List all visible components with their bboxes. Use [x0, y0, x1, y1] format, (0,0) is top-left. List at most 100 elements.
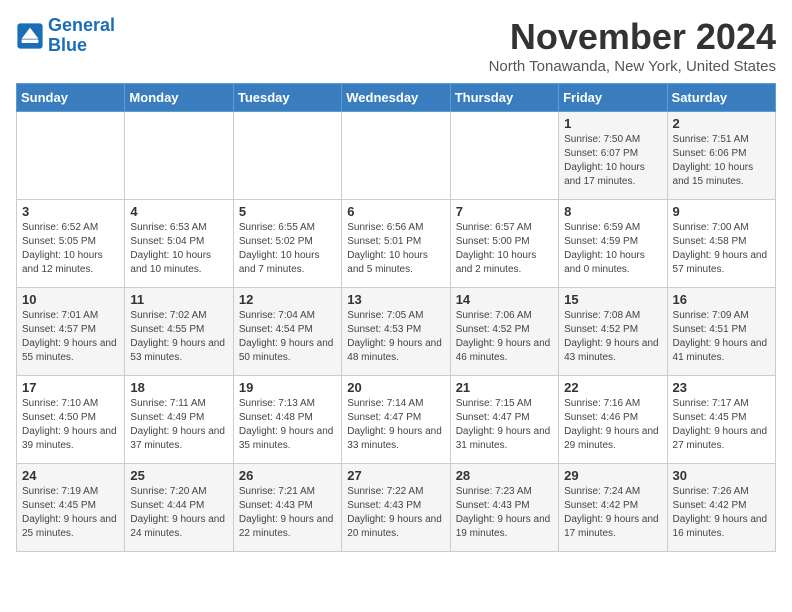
day-info: Sunrise: 7:04 AMSunset: 4:54 PMDaylight:… — [239, 309, 336, 365]
day-info: Sunrise: 7:16 AMSunset: 4:46 PMDaylight:… — [564, 397, 661, 453]
location-subtitle: North Tonawanda, New York, United States — [489, 58, 776, 75]
day-info: Sunrise: 7:09 AMSunset: 4:51 PMDaylight:… — [673, 309, 770, 365]
calendar-cell: 16 Sunrise: 7:09 AMSunset: 4:51 PMDayligh… — [667, 288, 775, 376]
day-info: Sunrise: 7:10 AMSunset: 4:50 PMDaylight:… — [22, 397, 119, 453]
header: General Blue November 2024 North Tonawan… — [16, 16, 776, 75]
calendar-cell — [233, 112, 341, 200]
day-info: Sunrise: 7:01 AMSunset: 4:57 PMDaylight:… — [22, 309, 119, 365]
day-info: Sunrise: 6:59 AMSunset: 4:59 PMDaylight:… — [564, 221, 661, 277]
calendar-cell: 13 Sunrise: 7:05 AMSunset: 4:53 PMDayligh… — [342, 288, 450, 376]
day-number: 12 — [239, 292, 336, 307]
calendar-cell: 4Sunrise: 6:53 AMSunset: 5:04 PMDaylight… — [125, 200, 233, 288]
month-title: November 2024 — [489, 16, 776, 58]
calendar-cell — [450, 112, 558, 200]
day-info: Sunrise: 7:05 AMSunset: 4:53 PMDaylight:… — [347, 309, 444, 365]
weekday-header: Tuesday — [233, 84, 341, 112]
calendar-cell: 9 Sunrise: 7:00 AMSunset: 4:58 PMDaylight… — [667, 200, 775, 288]
calendar-cell: 21 Sunrise: 7:15 AMSunset: 4:47 PMDayligh… — [450, 376, 558, 464]
weekday-header: Thursday — [450, 84, 558, 112]
day-number: 2 — [673, 116, 770, 131]
calendar-cell: 5 Sunrise: 6:55 AMSunset: 5:02 PMDaylight… — [233, 200, 341, 288]
day-number: 21 — [456, 380, 553, 395]
day-info: Sunrise: 7:08 AMSunset: 4:52 PMDaylight:… — [564, 309, 661, 365]
day-number: 11 — [130, 292, 227, 307]
day-info: Sunrise: 7:24 AMSunset: 4:42 PMDaylight:… — [564, 485, 661, 541]
day-number: 10 — [22, 292, 119, 307]
day-info: Sunrise: 7:23 AMSunset: 4:43 PMDaylight:… — [456, 485, 553, 541]
day-number: 23 — [673, 380, 770, 395]
calendar-cell: 19 Sunrise: 7:13 AMSunset: 4:48 PMDayligh… — [233, 376, 341, 464]
weekday-header: Sunday — [17, 84, 125, 112]
logo: General Blue — [16, 16, 115, 56]
day-number: 30 — [673, 468, 770, 483]
calendar-cell: 18Sunrise: 7:11 AMSunset: 4:49 PMDayligh… — [125, 376, 233, 464]
day-info: Sunrise: 7:19 AMSunset: 4:45 PMDaylight:… — [22, 485, 119, 541]
calendar-cell: 11 Sunrise: 7:02 AMSunset: 4:55 PMDayligh… — [125, 288, 233, 376]
logo-text: General Blue — [48, 16, 115, 56]
calendar-cell: 28 Sunrise: 7:23 AMSunset: 4:43 PMDayligh… — [450, 464, 558, 552]
day-number: 13 — [347, 292, 444, 307]
calendar-cell: 25 Sunrise: 7:20 AMSunset: 4:44 PMDayligh… — [125, 464, 233, 552]
calendar-cell: 26 Sunrise: 7:21 AMSunset: 4:43 PMDayligh… — [233, 464, 341, 552]
calendar-week-row: 3 Sunrise: 6:52 AMSunset: 5:05 PMDaylight… — [17, 200, 776, 288]
day-info: Sunrise: 7:13 AMSunset: 4:48 PMDaylight:… — [239, 397, 336, 453]
calendar-cell: 23Sunrise: 7:17 AMSunset: 4:45 PMDayligh… — [667, 376, 775, 464]
logo-line1: General — [48, 15, 115, 35]
calendar-cell: 7Sunrise: 6:57 AMSunset: 5:00 PMDaylight… — [450, 200, 558, 288]
calendar-body: 1Sunrise: 7:50 AMSunset: 6:07 PMDaylight… — [17, 112, 776, 552]
calendar-week-row: 10 Sunrise: 7:01 AMSunset: 4:57 PMDayligh… — [17, 288, 776, 376]
day-info: Sunrise: 7:22 AMSunset: 4:43 PMDaylight:… — [347, 485, 444, 541]
day-number: 19 — [239, 380, 336, 395]
day-number: 7 — [456, 204, 553, 219]
day-number: 15 — [564, 292, 661, 307]
calendar-cell: 27 Sunrise: 7:22 AMSunset: 4:43 PMDayligh… — [342, 464, 450, 552]
day-number: 26 — [239, 468, 336, 483]
day-info: Sunrise: 6:56 AMSunset: 5:01 PMDaylight:… — [347, 221, 444, 277]
weekday-header: Wednesday — [342, 84, 450, 112]
day-info: Sunrise: 7:06 AMSunset: 4:52 PMDaylight:… — [456, 309, 553, 365]
day-number: 6 — [347, 204, 444, 219]
day-number: 20 — [347, 380, 444, 395]
day-number: 17 — [22, 380, 119, 395]
calendar-cell: 1Sunrise: 7:50 AMSunset: 6:07 PMDaylight… — [559, 112, 667, 200]
day-number: 27 — [347, 468, 444, 483]
day-info: Sunrise: 7:00 AMSunset: 4:58 PMDaylight:… — [673, 221, 770, 277]
day-info: Sunrise: 7:26 AMSunset: 4:42 PMDaylight:… — [673, 485, 770, 541]
day-number: 24 — [22, 468, 119, 483]
calendar-cell: 17 Sunrise: 7:10 AMSunset: 4:50 PMDayligh… — [17, 376, 125, 464]
calendar-cell: 30 Sunrise: 7:26 AMSunset: 4:42 PMDayligh… — [667, 464, 775, 552]
calendar-week-row: 24 Sunrise: 7:19 AMSunset: 4:45 PMDayligh… — [17, 464, 776, 552]
calendar-cell: 29 Sunrise: 7:24 AMSunset: 4:42 PMDayligh… — [559, 464, 667, 552]
day-info: Sunrise: 7:21 AMSunset: 4:43 PMDaylight:… — [239, 485, 336, 541]
day-info: Sunrise: 7:50 AMSunset: 6:07 PMDaylight:… — [564, 133, 661, 189]
day-number: 22 — [564, 380, 661, 395]
day-number: 4 — [130, 204, 227, 219]
day-info: Sunrise: 7:02 AMSunset: 4:55 PMDaylight:… — [130, 309, 227, 365]
header-row: SundayMondayTuesdayWednesdayThursdayFrid… — [17, 84, 776, 112]
calendar-cell: 8Sunrise: 6:59 AMSunset: 4:59 PMDaylight… — [559, 200, 667, 288]
calendar-cell: 15 Sunrise: 7:08 AMSunset: 4:52 PMDayligh… — [559, 288, 667, 376]
calendar-cell: 3 Sunrise: 6:52 AMSunset: 5:05 PMDaylight… — [17, 200, 125, 288]
day-number: 25 — [130, 468, 227, 483]
calendar-cell: 22 Sunrise: 7:16 AMSunset: 4:46 PMDayligh… — [559, 376, 667, 464]
calendar-cell — [342, 112, 450, 200]
day-number: 9 — [673, 204, 770, 219]
day-number: 16 — [673, 292, 770, 307]
day-info: Sunrise: 6:52 AMSunset: 5:05 PMDaylight:… — [22, 221, 119, 277]
title-area: November 2024 North Tonawanda, New York,… — [489, 16, 776, 75]
day-number: 28 — [456, 468, 553, 483]
calendar-table: SundayMondayTuesdayWednesdayThursdayFrid… — [16, 83, 776, 552]
calendar-week-row: 1Sunrise: 7:50 AMSunset: 6:07 PMDaylight… — [17, 112, 776, 200]
day-info: Sunrise: 6:55 AMSunset: 5:02 PMDaylight:… — [239, 221, 336, 277]
day-number: 29 — [564, 468, 661, 483]
day-number: 5 — [239, 204, 336, 219]
day-number: 3 — [22, 204, 119, 219]
calendar-cell — [125, 112, 233, 200]
day-info: Sunrise: 7:15 AMSunset: 4:47 PMDaylight:… — [456, 397, 553, 453]
calendar-cell: 20Sunrise: 7:14 AMSunset: 4:47 PMDayligh… — [342, 376, 450, 464]
calendar-cell: 14 Sunrise: 7:06 AMSunset: 4:52 PMDayligh… — [450, 288, 558, 376]
day-info: Sunrise: 7:20 AMSunset: 4:44 PMDaylight:… — [130, 485, 227, 541]
day-info: Sunrise: 7:51 AMSunset: 6:06 PMDaylight:… — [673, 133, 770, 189]
calendar-cell: 12 Sunrise: 7:04 AMSunset: 4:54 PMDayligh… — [233, 288, 341, 376]
day-number: 14 — [456, 292, 553, 307]
